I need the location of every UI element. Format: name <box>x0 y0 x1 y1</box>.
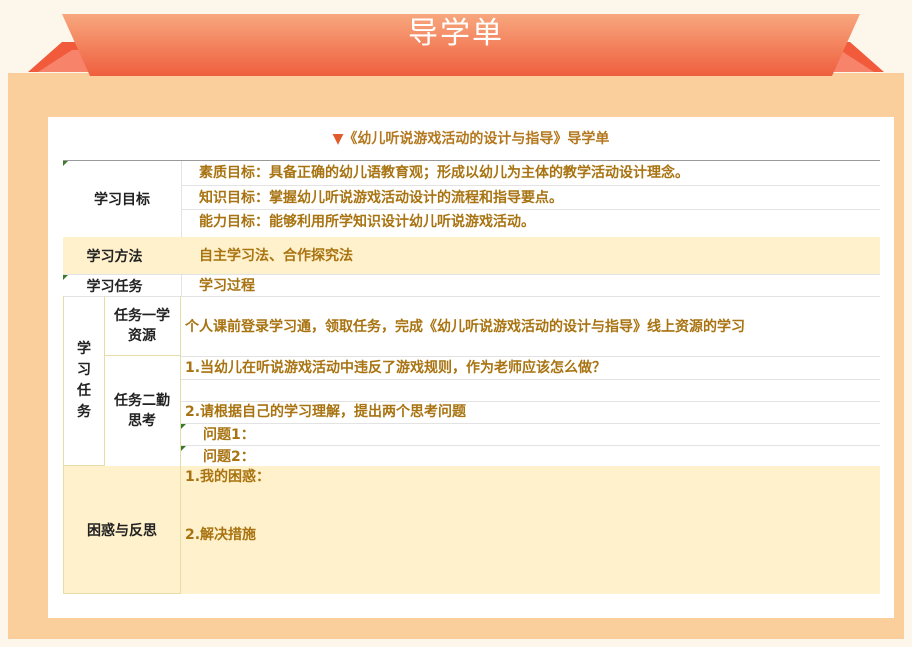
guide-card: ▼《幼儿听说游戏活动的设计与指导》导学单 学习目标 素质目标：具备正确的幼儿语教… <box>48 117 894 618</box>
tasks-header-value: 学习过程 <box>199 278 255 294</box>
document-title: ▼《幼儿听说游戏活动的设计与指导》导学单 <box>48 129 894 149</box>
task1-label: 任务一学资源 <box>114 308 170 344</box>
task2-question2: 2.请根据自己的学习理解，提出两个思考问题 <box>185 404 467 420</box>
reflection-solution: 2.解决措施 <box>185 527 257 543</box>
reflection-label: 困惑与反思 <box>87 523 157 539</box>
task2-question1: 1.当幼儿在听说游戏活动中违反了游戏规则，作为老师应该怎么做？ <box>185 360 607 376</box>
goal-knowledge: 知识目标：掌握幼儿听说游戏活动设计的流程和指导要点。 <box>199 190 563 206</box>
table-top-border <box>63 160 880 161</box>
task1-content: 个人课前登录学习通，领取任务，完成《幼儿听说游戏活动的设计与指导》线上资源的学习 <box>185 319 745 335</box>
reflection-content-area <box>181 466 880 594</box>
task2-problem1: 问题1： <box>203 427 255 443</box>
task2-label: 任务二勤思考 <box>114 393 170 429</box>
methods-label: 学习方法 <box>86 248 143 265</box>
reflection-confusion: 1.我的困惑： <box>185 469 271 485</box>
methods-value: 自主学习法、合作探究法 <box>199 248 353 264</box>
tasks-vertical-label: 学习任务 <box>77 341 91 420</box>
triangle-down-icon: ▼ <box>332 131 344 147</box>
goal-quality: 素质目标：具备正确的幼儿语教育观；形成以幼儿为主体的教学活动设计理念。 <box>199 165 689 181</box>
task2-problem2: 问题2： <box>203 449 255 465</box>
document-title-text: 《幼儿听说游戏活动的设计与指导》导学单 <box>343 131 610 147</box>
cell-corner-mark <box>181 446 186 451</box>
tasks-header-label: 学习任务 <box>86 278 143 295</box>
banner-title: 导学单 <box>408 16 504 51</box>
goal-ability: 能力目标：能够利用所学知识设计幼儿听说游戏活动。 <box>199 214 535 230</box>
methods-row <box>63 237 880 274</box>
cell-corner-mark <box>181 424 186 429</box>
goals-label: 学习目标 <box>94 192 150 208</box>
